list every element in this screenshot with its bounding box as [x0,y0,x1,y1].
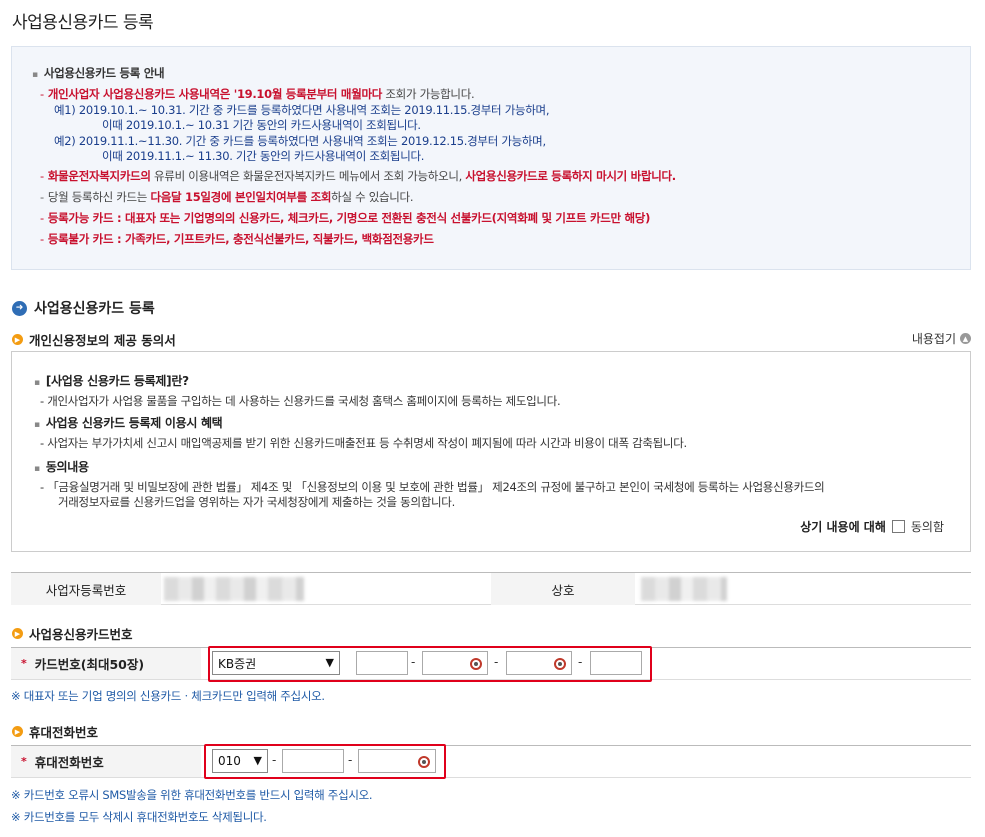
phone-label-text: 휴대전화번호 [34,755,104,770]
phone-note-1: ※ 카드번호 오류시 SMS발송을 위한 휴대전화번호를 반드시 입력해 주십시… [11,788,373,802]
consent-text-1: - 개인사업자가 사업용 물품을 구입하는 데 사용하는 신용카드를 국세청 홈… [40,394,561,408]
consent-box: [사업용 신용카드 등록제]란? - 개인사업자가 사업용 물품을 구입하는 데… [11,351,971,552]
notice-line-2-plain: 유류비 이용내역은 화물운전자복지카드 메뉴에서 조회 가능하오니, [150,169,466,183]
notice-example-1a: 예1) 2019.10.1.~ 10.31. 기간 중 카드를 등록하였다면 사… [54,103,550,117]
collapse-link[interactable]: 내용접기 ▲ [912,330,971,347]
notice-example-2a: 예2) 2019.11.1.~11.30. 기간 중 카드를 등록하였다면 사용… [54,134,546,148]
chevron-down-icon: ▼ [325,656,334,669]
card-separator: - [411,655,416,669]
card-number-field-4[interactable] [590,651,642,675]
phone-prefix-value: 010 [218,754,241,768]
consent-heading-1: [사업용 신용카드 등록제]란? [34,372,189,389]
card-number-label: * 카드번호(최대50장) [11,648,201,679]
consent-text-2: - 사업자는 부가가치세 신고시 매입액공제를 받기 위한 신용카드매출전표 등… [40,436,687,450]
business-reg-no-value [164,577,304,601]
phone-note-2: ※ 카드번호를 모두 삭제시 휴대전화번호도 삭제됩니다. [11,810,267,824]
consent-heading-3: 동의내용 [34,458,89,475]
notice-line-2: - 화물운전자복지카드의 유류비 이용내역은 화물운전자복지카드 메뉴에서 조회 … [40,169,676,183]
consent-text-3a: - 「금융실명거래 및 비밀보장에 관한 법률」 제4조 및 「신용정보의 이용… [40,480,825,494]
orange-dot-icon: ▶ [12,726,23,737]
eye-icon[interactable] [554,658,566,670]
consent-title-text: 개인신용정보의 제공 동의서 [29,333,176,348]
agree-checkbox-label[interactable]: 동의함 [911,518,944,535]
notice-line-1-plain: 조회가 가능합니다. [382,87,475,101]
notice-line-3-plain-a: 당월 등록하신 카드는 [47,190,151,204]
notice-line-4: - 등록가능 카드 : 대표자 또는 기업명의의 신용카드, 체크카드, 기명으로… [40,211,651,225]
card-section-title-text: 사업용신용카드번호 [29,627,133,642]
notice-line-5: - 등록불가 카드 : 가족카드, 기프트카드, 충전식선불카드, 직불카드, 백… [40,232,434,246]
card-section-title: ▶ 사업용신용카드번호 [12,624,133,643]
phone-separator: - [348,753,353,767]
card-number-field-3[interactable] [506,651,572,675]
notice-line-3: - 당월 등록하신 카드는 다음달 15일경에 본인일치여부를 조회하실 수 있습… [40,190,414,204]
required-mark: * [21,755,27,768]
notice-box: 사업용신용카드 등록 안내 -개인사업자 사업용신용카드 사용내역은 '19.1… [11,46,971,270]
circle-arrow-icon: ➜ [12,300,27,316]
consent-title: ▶ 개인신용정보의 제공 동의서 [12,330,176,349]
business-info-row: 사업자등록번호 상호 [11,572,971,605]
business-name-value [641,577,727,601]
phone-field-last[interactable] [358,749,436,773]
notice-line-2-red-b: 사업용신용카드로 등록하지 마시기 바랍니다. [465,169,676,183]
business-reg-no-label: 사업자등록번호 [11,573,161,605]
card-number-field-1[interactable] [356,651,408,675]
agree-row: 상기 내용에 대해 동의함 [800,518,944,535]
required-mark: * [21,657,27,670]
card-separator: - [494,655,499,669]
phone-row: * 휴대전화번호 [11,745,971,778]
card-note: ※ 대표자 또는 기업 명의의 신용카드ㆍ체크카드만 입력해 주십시오. [11,689,325,703]
phone-section-title-text: 휴대전화번호 [29,725,99,740]
business-name-label: 상호 [491,573,635,605]
page-title: 사업용신용카드 등록 [12,13,154,33]
notice-line-5-text: 등록불가 카드 : 가족카드, 기프트카드, 충전식선불카드, 직불카드, 백화… [47,232,434,246]
collapse-label: 내용접기 [911,332,956,346]
card-number-label-text: 카드번호(최대50장) [34,657,145,672]
orange-dot-icon: ▶ [12,334,23,345]
chevron-up-icon: ▲ [960,333,971,344]
eye-icon[interactable] [418,756,430,768]
phone-prefix-select[interactable]: 010 ▼ [212,749,268,773]
notice-line-1-red: 개인사업자 사업용신용카드 사용내역은 '19.10월 등록분부터 매월마다 [47,87,383,101]
phone-section-title: ▶ 휴대전화번호 [12,722,98,741]
notice-line-3-red: 다음달 15일경에 본인일치여부를 조회 [150,190,332,204]
card-company-select[interactable]: KB증권 ▼ [212,651,340,675]
notice-example-2b: 이때 2019.11.1.~ 11.30. 기간 동안의 카드사용내역이 조회됩… [102,149,425,163]
chevron-down-icon: ▼ [253,754,262,767]
agree-label: 상기 내용에 대해 [800,520,886,534]
notice-line-4-text: 등록가능 카드 : 대표자 또는 기업명의의 신용카드, 체크카드, 기명으로 … [47,211,651,225]
phone-field-middle[interactable] [282,749,344,773]
consent-text-3b: 거래정보자료를 신용카드업을 영위하는 자가 국세청장에게 제출하는 것을 동의… [58,495,455,509]
notice-line-1: - 개인사업자 사업용신용카드 사용내역은 '19.10월 등록분부터 매월마다 … [40,87,475,101]
agree-checkbox[interactable] [891,520,905,533]
notice-line-3-plain-b: 하실 수 있습니다. [331,190,414,204]
orange-dot-icon: ▶ [12,628,23,639]
eye-icon[interactable] [470,658,482,670]
phone-separator: - [272,753,277,767]
notice-example-1b: 이때 2019.10.1.~ 10.31 기간 동안의 카드사용내역이 조회됩니… [102,118,421,132]
notice-line-2-red-a: 화물운전자복지카드의 [47,169,151,183]
notice-heading: 사업용신용카드 등록 안내 [32,65,165,81]
card-company-value: KB증권 [218,656,257,671]
card-separator: - [578,655,583,669]
phone-label: * 휴대전화번호 [11,746,201,777]
section-title: ➜ 사업용신용카드 등록 [12,298,155,318]
card-number-field-2[interactable] [422,651,488,675]
consent-heading-2: 사업용 신용카드 등록제 이용시 혜택 [34,414,223,431]
section-title-text: 사업용신용카드 등록 [34,301,155,317]
